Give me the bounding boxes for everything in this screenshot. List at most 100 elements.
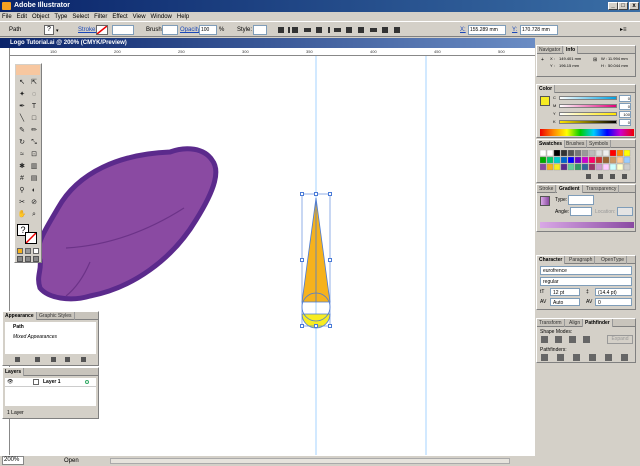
graph-tool-icon[interactable]: ▥ <box>29 162 39 172</box>
font-size-field[interactable]: 12 pt <box>550 288 580 296</box>
none-mode-button[interactable] <box>33 248 39 254</box>
pathfinder-buttons[interactable] <box>541 354 635 362</box>
stroke-swatch[interactable] <box>96 25 108 35</box>
tab-color[interactable]: Color <box>537 85 556 93</box>
tab-symbols[interactable]: Symbols <box>587 140 612 148</box>
free-transform-tool-icon[interactable]: ⊡ <box>29 150 39 160</box>
symbol-sprayer-tool-icon[interactable]: ✱ <box>17 162 27 172</box>
tab-transparency[interactable]: Transparency <box>584 185 620 193</box>
color-mode-button[interactable] <box>17 248 23 254</box>
leading-field[interactable]: (14.4 pt) <box>595 288 632 296</box>
zoom-field[interactable]: 200% <box>2 456 24 465</box>
horizontal-scrollbar[interactable] <box>110 458 510 464</box>
black-slider[interactable] <box>559 120 617 124</box>
gradient-angle-field[interactable] <box>570 207 592 216</box>
visibility-eye-icon[interactable]: 👁 <box>7 379 13 385</box>
pencil-tool-icon[interactable]: ✏ <box>29 126 39 136</box>
gradient-location-field[interactable] <box>617 207 633 216</box>
y-field[interactable]: 170.728 mm <box>520 25 558 35</box>
tab-brushes[interactable]: Brushes <box>564 140 588 148</box>
selection-handle[interactable] <box>328 192 332 196</box>
cyan-value[interactable]: 0 <box>619 95 631 102</box>
scissors-tool-icon[interactable]: ✂ <box>17 198 27 208</box>
menu-edit[interactable]: Edit <box>17 14 27 20</box>
screen-mode-button[interactable] <box>33 256 39 262</box>
gradient-ramp-bar[interactable] <box>540 222 634 228</box>
kerning-field[interactable]: Auto <box>550 298 580 306</box>
magenta-slider[interactable] <box>559 104 617 108</box>
magic-wand-tool-icon[interactable]: ✦ <box>17 90 27 100</box>
appearance-path-item[interactable]: Path <box>13 324 24 330</box>
gradient-preview-swatch[interactable] <box>540 196 550 206</box>
black-value[interactable]: 0 <box>619 119 631 126</box>
blend-tool-icon[interactable]: ◐ <box>29 186 39 196</box>
opacity-field[interactable]: 100 <box>199 25 217 35</box>
selection-handle[interactable] <box>314 192 318 196</box>
menu-help[interactable]: Help <box>177 14 189 20</box>
rectangle-tool-icon[interactable]: □ <box>29 114 39 124</box>
line-tool-icon[interactable]: ╲ <box>17 114 27 124</box>
rotate-tool-icon[interactable]: ↻ <box>17 138 27 148</box>
swatch-grid[interactable] <box>540 150 634 182</box>
layer-target-icon[interactable] <box>85 380 89 384</box>
menu-effect[interactable]: Effect <box>112 14 127 20</box>
menu-object[interactable]: Object <box>32 14 49 20</box>
style-dropdown[interactable] <box>253 25 267 35</box>
eyedropper-tool-icon[interactable]: ⚲ <box>17 186 27 196</box>
selection-handle[interactable] <box>314 324 318 328</box>
fill-swatch[interactable]: ? <box>44 25 54 35</box>
tab-paragraph[interactable]: Paragraph <box>567 256 596 264</box>
selection-handle[interactable] <box>328 324 332 328</box>
gradient-mode-button[interactable] <box>25 248 31 254</box>
minimize-button[interactable]: _ <box>608 2 618 10</box>
gradient-tool-icon[interactable]: ▤ <box>29 174 39 184</box>
tab-swatches[interactable]: Swatches <box>537 140 566 148</box>
fill-dropdown-icon[interactable]: ▾ <box>56 28 59 34</box>
menu-file[interactable]: File <box>2 14 12 20</box>
color-fill-swatch[interactable] <box>540 96 550 106</box>
close-button[interactable]: x <box>629 2 639 10</box>
menu-type[interactable]: Type <box>54 14 67 20</box>
tab-character[interactable]: Character <box>537 256 566 264</box>
pen-tool-icon[interactable]: ✒ <box>17 102 27 112</box>
tab-stroke[interactable]: Stroke <box>537 185 557 193</box>
x-label[interactable]: X: <box>460 27 466 33</box>
selection-handle[interactable] <box>300 192 304 196</box>
y-label[interactable]: Y: <box>512 27 517 33</box>
menu-filter[interactable]: Filter <box>94 14 107 20</box>
tab-gradient[interactable]: Gradient <box>557 185 583 193</box>
selection-tool-icon[interactable]: ↖ <box>17 78 27 88</box>
stroke-label[interactable]: Stroke: <box>78 27 97 33</box>
selection-handle[interactable] <box>328 258 332 262</box>
paintbrush-tool-icon[interactable]: ✎ <box>17 126 27 136</box>
expand-button[interactable]: Expand <box>607 335 633 344</box>
gradient-type-dropdown[interactable] <box>568 195 594 205</box>
font-style-dropdown[interactable]: regular <box>540 277 632 286</box>
cyan-slider[interactable] <box>559 96 617 100</box>
layer-name[interactable]: Layer 1 <box>43 379 61 385</box>
selection-handle[interactable] <box>300 258 304 262</box>
stroke-weight-field[interactable] <box>112 25 134 35</box>
tab-transform[interactable]: Transform <box>537 319 565 327</box>
direct-selection-tool-icon[interactable]: ⇱ <box>29 78 39 88</box>
tab-opentype[interactable]: OpenType <box>599 256 628 264</box>
brush-dropdown[interactable] <box>162 25 178 35</box>
lasso-tool-icon[interactable]: ◌ <box>29 90 39 100</box>
font-family-dropdown[interactable]: eurofrence <box>540 266 632 275</box>
selection-handle[interactable] <box>300 324 304 328</box>
tab-appearance[interactable]: Appearance <box>3 312 37 320</box>
yellow-value[interactable]: 100 <box>619 111 631 118</box>
layer-row[interactable]: 👁 Layer 1 <box>5 378 96 387</box>
slice-tool-icon[interactable]: ⊘ <box>29 198 39 208</box>
tracking-field[interactable]: 0 <box>595 298 632 306</box>
tab-navigator[interactable]: Navigator <box>537 46 564 54</box>
tab-pathfinder[interactable]: Pathfinder <box>583 319 613 327</box>
hand-tool-icon[interactable]: ✋ <box>17 210 27 220</box>
tab-info[interactable]: Info <box>564 46 579 54</box>
menu-view[interactable]: View <box>133 14 146 20</box>
scale-tool-icon[interactable]: ⤡ <box>29 138 39 148</box>
control-menu-icon[interactable]: ▸≡ <box>620 26 634 34</box>
x-field[interactable]: 155.289 mm <box>468 25 506 35</box>
menu-window[interactable]: Window <box>151 14 172 20</box>
mesh-tool-icon[interactable]: # <box>17 174 27 184</box>
